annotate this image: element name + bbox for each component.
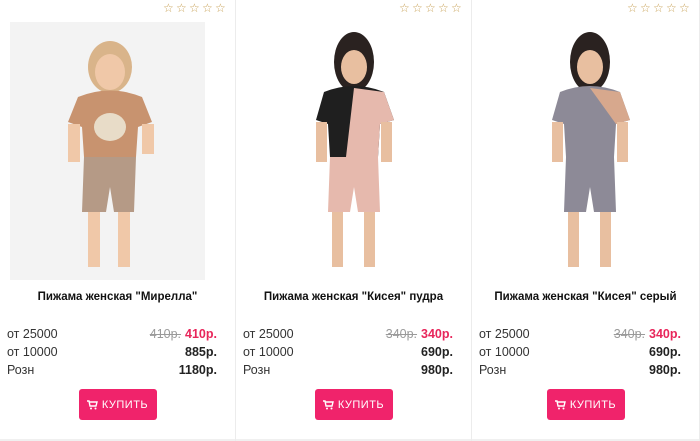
product-card: ☆ ☆ ☆ ☆ ☆ Пижама женская "Мирелла" от 25… [0,0,236,441]
buy-button-label: КУПИТЬ [337,398,385,411]
star-outline-icon[interactable]: ☆ [679,2,690,14]
star-outline-icon[interactable]: ☆ [640,2,651,14]
price-tier-label: Розн [243,363,271,377]
price-row: от 10000 690р. [243,343,453,361]
price-row: от 10000 885р. [7,343,217,361]
old-price: 410р. [149,327,182,341]
rating-stars[interactable]: ☆ ☆ ☆ ☆ ☆ [163,2,226,14]
buy-button-label: КУПИТЬ [569,398,617,411]
cart-icon [322,399,334,409]
price-row: от 10000 690р. [479,343,681,361]
product-title[interactable]: Пижама женская "Кисея" серый [472,291,699,303]
product-image[interactable] [482,22,677,280]
price-row: от 25000 340р. 340р. [479,325,681,343]
star-outline-icon[interactable]: ☆ [176,2,187,14]
price-tier-label: Розн [7,363,35,377]
model-photo [246,22,441,280]
price-tier-label: от 10000 [7,345,58,359]
price-table: от 25000 340р. 340р. от 10000 690р. Розн … [243,325,453,379]
star-outline-icon[interactable]: ☆ [412,2,423,14]
price-table: от 25000 340р. 340р. от 10000 690р. Розн … [479,325,681,379]
price-value: 1180р. [178,363,217,377]
star-outline-icon[interactable]: ☆ [451,2,462,14]
price-tier-label: от 10000 [479,345,530,359]
buy-button[interactable]: КУПИТЬ [78,389,157,420]
rating-stars[interactable]: ☆ ☆ ☆ ☆ ☆ [399,2,462,14]
star-outline-icon[interactable]: ☆ [627,2,638,14]
buy-button[interactable]: КУПИТЬ [314,389,393,420]
price-value: 885р. [185,345,217,359]
sale-price: 410р. [185,327,217,341]
old-price: 340р. [613,327,646,341]
product-card: ☆ ☆ ☆ ☆ ☆ Пижама женская "Кисея" пудра о… [236,0,472,441]
star-outline-icon[interactable]: ☆ [163,2,174,14]
product-title[interactable]: Пижама женская "Мирелла" [0,291,235,303]
star-outline-icon[interactable]: ☆ [438,2,449,14]
model-photo [10,22,205,280]
price-value: 690р. [421,345,453,359]
star-outline-icon[interactable]: ☆ [202,2,213,14]
product-card: ☆ ☆ ☆ ☆ ☆ Пижама женская "Кисея" серый о… [472,0,700,441]
sale-price: 340р. [421,327,453,341]
price-tier-label: от 25000 [7,327,58,341]
price-table: от 25000 410р. 410р. от 10000 885р. Розн … [7,325,217,379]
star-outline-icon[interactable]: ☆ [425,2,436,14]
price-row: от 25000 340р. 340р. [243,325,453,343]
price-value: 690р. [649,345,681,359]
price-row: Розн 980р. [479,361,681,379]
price-tier-label: Розн [479,363,507,377]
price-value: 980р. [421,363,453,377]
product-image[interactable] [246,22,441,280]
star-outline-icon[interactable]: ☆ [215,2,226,14]
sale-price: 340р. [649,327,681,341]
price-tier-label: от 25000 [243,327,294,341]
star-outline-icon[interactable]: ☆ [189,2,200,14]
rating-stars[interactable]: ☆ ☆ ☆ ☆ ☆ [627,2,690,14]
star-outline-icon[interactable]: ☆ [653,2,664,14]
price-value: 980р. [649,363,681,377]
old-price: 340р. [385,327,418,341]
price-tier-label: от 25000 [479,327,530,341]
cart-icon [86,399,98,409]
product-image[interactable] [10,22,205,280]
model-photo [482,22,677,280]
product-grid: ☆ ☆ ☆ ☆ ☆ Пижама женская "Мирелла" от 25… [0,0,700,441]
price-row: Розн 1180р. [7,361,217,379]
star-outline-icon[interactable]: ☆ [666,2,677,14]
buy-button-label: КУПИТЬ [101,398,149,411]
product-title[interactable]: Пижама женская "Кисея" пудра [236,291,471,303]
price-tier-label: от 10000 [243,345,294,359]
star-outline-icon[interactable]: ☆ [399,2,410,14]
cart-icon [554,399,566,409]
price-row: Розн 980р. [243,361,453,379]
buy-button[interactable]: КУПИТЬ [546,389,625,420]
price-row: от 25000 410р. 410р. [7,325,217,343]
